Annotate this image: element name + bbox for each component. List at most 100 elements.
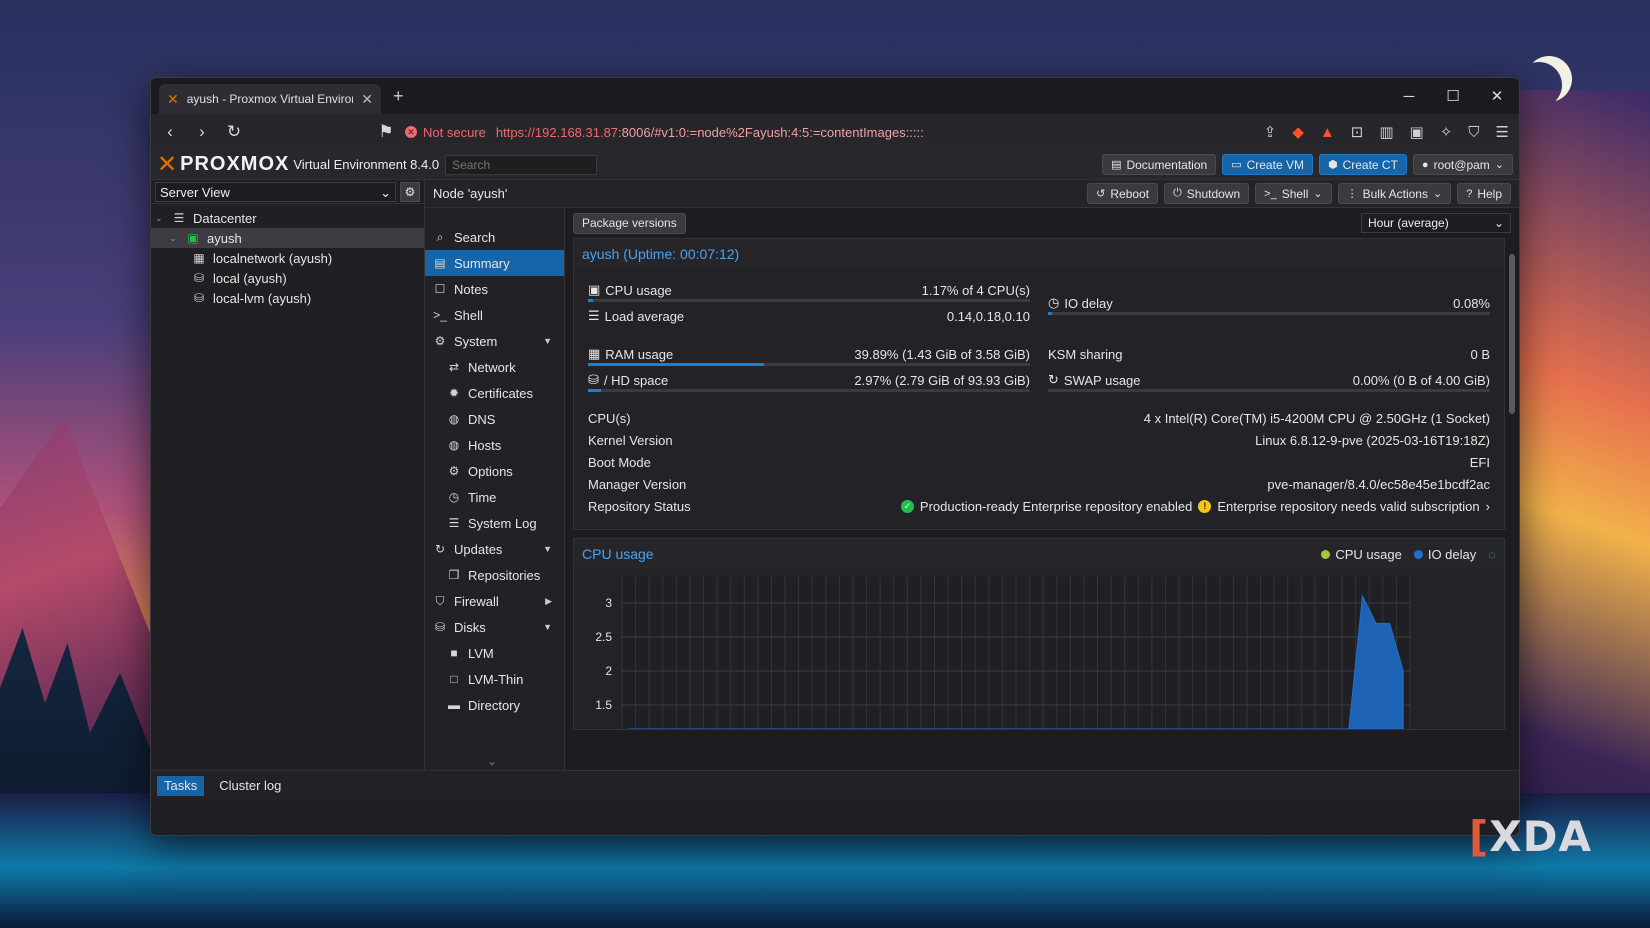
menu-item-updates[interactable]: ↻ Updates ▼ bbox=[425, 536, 564, 562]
legend-io-delay[interactable]: IO delay bbox=[1413, 547, 1476, 562]
tree-item-local[interactable]: ⛁ local (ayush) bbox=[151, 268, 424, 288]
menu-label: LVM bbox=[468, 645, 494, 661]
menu-item-system-log[interactable]: ☰ System Log bbox=[425, 510, 564, 536]
collapse-icon[interactable]: ⌄ bbox=[155, 213, 165, 224]
bookmark-icon[interactable]: ⚑ bbox=[377, 122, 395, 142]
chevron-down-icon[interactable]: ⌄ bbox=[1313, 187, 1322, 200]
tasks-icon: ☰ bbox=[588, 308, 600, 323]
info-value: EFI bbox=[1469, 454, 1490, 470]
wallet-icon[interactable]: ▣ bbox=[1410, 123, 1424, 141]
stat-value: 0.08% bbox=[1453, 295, 1490, 311]
tree-item-localnetwork[interactable]: ▦ localnetwork (ayush) bbox=[151, 248, 424, 268]
tab-cluster-log[interactable]: Cluster log bbox=[212, 776, 288, 796]
shell-button[interactable]: >_ Shell ⌄ bbox=[1255, 183, 1332, 204]
gear-icon[interactable]: ⚙ bbox=[400, 181, 420, 202]
shutdown-button[interactable]: ⏻ Shutdown bbox=[1164, 183, 1250, 204]
ksm-sharing-stat: KSM sharing 0 B bbox=[1048, 341, 1490, 367]
sidebar-icon[interactable]: ▥ bbox=[1379, 123, 1393, 141]
undo-icon: ↺ bbox=[1096, 188, 1106, 200]
content-scrollbar[interactable] bbox=[1509, 240, 1517, 750]
menu-item-hosts[interactable]: ◍ Hosts bbox=[425, 432, 564, 458]
menu-item-search[interactable]: ⌕ Search bbox=[425, 224, 564, 250]
back-icon[interactable]: ‹ bbox=[161, 122, 179, 142]
collapse-icon[interactable]: ⌄ bbox=[169, 233, 179, 244]
menu-item-directory[interactable]: ▬ Directory bbox=[425, 692, 564, 718]
menu-item-shell[interactable]: >_ Shell bbox=[425, 302, 564, 328]
progress-fill bbox=[588, 363, 765, 366]
maximize-icon[interactable]: ☐ bbox=[1431, 78, 1475, 114]
cpu-chart: 32.521.51 bbox=[574, 569, 1504, 746]
menu-item-certificates[interactable]: ✹ Certificates bbox=[425, 380, 564, 406]
reboot-button[interactable]: ↺ Reboot bbox=[1087, 183, 1159, 204]
url-field[interactable]: ⚑ ✕ Not secure https://192.168.31.87:800… bbox=[377, 122, 924, 142]
progress-bar bbox=[1048, 312, 1490, 315]
tree-item-datacenter[interactable]: ⌄ ☰ Datacenter bbox=[151, 208, 424, 228]
menu-item-firewall[interactable]: ⛉ Firewall ▶ bbox=[425, 588, 564, 614]
forward-icon[interactable]: › bbox=[193, 122, 211, 142]
scroll-down-icon[interactable]: ⌄ bbox=[487, 754, 497, 768]
menu-item-repositories[interactable]: ❐ Repositories bbox=[425, 562, 564, 588]
create-ct-button[interactable]: ⬢ Create CT bbox=[1318, 154, 1407, 175]
proxmox-logo: ✕ PROXMOX bbox=[157, 150, 289, 179]
scrollbar-thumb[interactable] bbox=[1509, 254, 1515, 414]
menu-item-options[interactable]: ⚙ Options bbox=[425, 458, 564, 484]
cpu-chart-panel: CPU usage CPU usage IO delay ◌ 32.521.51 bbox=[573, 538, 1505, 746]
documentation-button[interactable]: ▤ Documentation bbox=[1102, 154, 1217, 175]
bulk-actions-button[interactable]: ⋮ Bulk Actions ⌄ bbox=[1337, 183, 1452, 204]
menu-icon[interactable]: ☰ bbox=[1496, 123, 1509, 141]
node-toolbar: Node 'ayush' ↺ Reboot ⏻ Shutdown >_ Shell ⌄ … bbox=[425, 180, 1519, 208]
ellipsis-vertical-icon: ⋮ bbox=[1346, 188, 1358, 200]
legend-cpu-usage[interactable]: CPU usage bbox=[1321, 547, 1402, 562]
brave-shield-icon[interactable]: ◆ bbox=[1292, 123, 1304, 141]
menu-item-lvm[interactable]: ■ LVM bbox=[425, 640, 564, 666]
legend-swatch bbox=[1413, 549, 1423, 559]
create-vm-button[interactable]: ▭ Create VM bbox=[1222, 154, 1313, 175]
stat-label: IO delay bbox=[1064, 295, 1113, 311]
help-button[interactable]: ? Help bbox=[1457, 183, 1511, 204]
security-indicator[interactable]: ✕ Not secure bbox=[405, 125, 486, 140]
chevron-right-icon[interactable]: › bbox=[1486, 499, 1490, 514]
timeframe-select[interactable]: Hour (average) ⌄ bbox=[1361, 213, 1511, 233]
menu-item-network[interactable]: ⇄ Network bbox=[425, 354, 564, 380]
menu-label: Certificates bbox=[468, 385, 534, 401]
menu-item-time[interactable]: ◷ Time bbox=[425, 484, 564, 510]
warning-icon: ✕ bbox=[405, 126, 417, 138]
screenshot-icon[interactable]: ⊡ bbox=[1351, 123, 1364, 141]
menu-item-lvm-thin[interactable]: □ LVM-Thin bbox=[425, 666, 564, 692]
brave-rewards-icon[interactable]: ▲ bbox=[1320, 124, 1335, 141]
user-menu-button[interactable]: ● root@pam ⌄ bbox=[1412, 154, 1513, 175]
tree-item-local-lvm[interactable]: ⛁ local-lvm (ayush) bbox=[151, 288, 424, 308]
progress-fill bbox=[588, 389, 602, 392]
globe-icon: ◍ bbox=[448, 412, 460, 426]
load-average-stat: ☰ Load average 0.14,0.18,0.10 bbox=[588, 303, 1030, 329]
menu-item-disks[interactable]: ⛁ Disks ▼ bbox=[425, 614, 564, 640]
reset-zoom-icon[interactable]: ◌ bbox=[1488, 547, 1496, 562]
vpn-icon[interactable]: ⛉ bbox=[1468, 124, 1479, 141]
help-label: Help bbox=[1477, 186, 1502, 201]
new-tab-icon[interactable]: + bbox=[393, 86, 404, 107]
server-view-select[interactable]: Server View ⌄ bbox=[155, 181, 396, 202]
share-icon[interactable]: ⇪ bbox=[1264, 123, 1277, 141]
repository-status[interactable]: ✓ Production-ready Enterprise repository… bbox=[900, 499, 1490, 514]
header-search-input[interactable] bbox=[445, 154, 598, 175]
tab-close-icon[interactable]: ✕ bbox=[361, 91, 373, 108]
tab-tasks[interactable]: Tasks bbox=[157, 775, 205, 796]
url-text[interactable]: https://192.168.31.87:8006/#v1:0:=node%2… bbox=[496, 125, 924, 140]
minimize-icon[interactable]: ─ bbox=[1387, 78, 1431, 114]
menu-item-notes[interactable]: ☐ Notes bbox=[425, 276, 564, 302]
chart-header: CPU usage CPU usage IO delay ◌ bbox=[574, 539, 1504, 569]
stat-value: 1.17% of 4 CPU(s) bbox=[921, 282, 1030, 298]
tree-item-node-ayush[interactable]: ⌄ ▣ ayush bbox=[151, 228, 424, 248]
reload-icon[interactable]: ↻ bbox=[225, 122, 243, 142]
info-label: Manager Version bbox=[588, 476, 687, 492]
stat-value: 0.14,0.18,0.10 bbox=[946, 308, 1030, 324]
ai-icon[interactable]: ✧ bbox=[1440, 123, 1453, 141]
stat-label: Load average bbox=[604, 308, 685, 324]
browser-tab[interactable]: ✕ ayush - Proxmox Virtual Environm ✕ bbox=[159, 84, 381, 114]
menu-item-system[interactable]: ⚙ System ▼ bbox=[425, 328, 564, 354]
close-window-icon[interactable]: ✕ bbox=[1475, 78, 1519, 114]
package-versions-button[interactable]: Package versions bbox=[573, 212, 686, 234]
moon-icon bbox=[1516, 62, 1562, 108]
menu-item-dns[interactable]: ◍ DNS bbox=[425, 406, 564, 432]
menu-item-summary[interactable]: ▤ Summary bbox=[425, 250, 564, 276]
